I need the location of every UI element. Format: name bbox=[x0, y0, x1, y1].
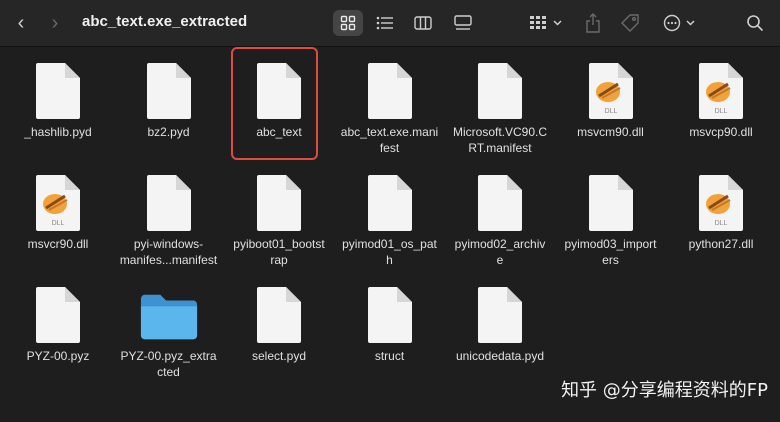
file-name-label: pyi-windows- manifes...manifest bbox=[119, 237, 218, 267]
file-item[interactable]: DLL msvcr90.dll bbox=[3, 174, 113, 252]
window-title: abc_text.exe_extracted bbox=[82, 13, 248, 30]
file-name-label: msvcm90.dll bbox=[577, 125, 644, 139]
document-icon bbox=[360, 286, 420, 346]
file-name-label: pyiboot01_bootst rap bbox=[233, 237, 325, 267]
file-name-label: PYZ-00.pyz_extra cted bbox=[120, 349, 217, 379]
more-icon[interactable] bbox=[660, 10, 700, 36]
chevron-left-icon[interactable]: ‹ bbox=[10, 12, 32, 34]
file-item[interactable]: pyimod01_os_pat h bbox=[335, 174, 445, 268]
list-view-icon[interactable] bbox=[372, 10, 398, 36]
file-item[interactable]: pyi-windows- manifes...manifest bbox=[114, 174, 224, 268]
file-item[interactable]: pyiboot01_bootst rap bbox=[224, 174, 334, 268]
file-item[interactable]: select.pyd bbox=[224, 286, 334, 364]
dll-file-icon: DLL bbox=[691, 174, 751, 234]
document-icon bbox=[139, 62, 199, 122]
svg-text:DLL: DLL bbox=[715, 220, 728, 227]
file-name-label: unicodedata.pyd bbox=[455, 349, 545, 363]
document-icon bbox=[28, 286, 88, 346]
file-name-label: pyimod03_import ers bbox=[564, 237, 657, 267]
document-icon bbox=[470, 62, 530, 122]
finder-toolbar: ‹ › abc_text.exe_extracted bbox=[0, 0, 780, 47]
tag-icon[interactable] bbox=[617, 10, 643, 36]
icon-view-icon[interactable] bbox=[333, 10, 363, 36]
file-name-label: pyimod02_archiv e bbox=[454, 237, 546, 267]
file-name-label: select.pyd bbox=[251, 349, 307, 363]
file-item[interactable]: DLL python27.dll bbox=[666, 174, 776, 252]
file-name-label: python27.dll bbox=[688, 237, 754, 251]
file-name-label: bz2.pyd bbox=[147, 125, 190, 139]
document-icon bbox=[139, 174, 199, 234]
file-name-label: struct bbox=[374, 349, 405, 363]
folder-item[interactable]: PYZ-00.pyz_extra cted bbox=[114, 286, 224, 380]
file-item[interactable]: PYZ-00.pyz bbox=[3, 286, 113, 364]
file-item[interactable]: Microsoft.VC90.C RT.manifest bbox=[445, 62, 555, 156]
file-item[interactable]: abc_text bbox=[224, 62, 334, 140]
file-item[interactable]: DLL msvcm90.dll bbox=[556, 62, 666, 140]
file-name-label: abc_text bbox=[256, 125, 302, 139]
watermark: 知乎 @分享编程资料的FP bbox=[561, 380, 768, 401]
file-name-label: msvcr90.dll bbox=[27, 237, 89, 251]
svg-text:DLL: DLL bbox=[52, 220, 65, 227]
document-icon bbox=[470, 286, 530, 346]
file-item[interactable]: abc_text.exe.mani fest bbox=[335, 62, 445, 156]
file-name-label: pyimod01_os_pat h bbox=[342, 237, 437, 267]
document-icon bbox=[249, 286, 309, 346]
file-name-label: _hashlib.pyd bbox=[24, 125, 92, 139]
file-item[interactable]: pyimod03_import ers bbox=[556, 174, 666, 268]
file-item[interactable]: DLL msvcp90.dll bbox=[666, 62, 776, 140]
document-icon bbox=[581, 174, 641, 234]
document-icon bbox=[360, 62, 420, 122]
folder-icon bbox=[139, 286, 199, 346]
document-icon bbox=[470, 174, 530, 234]
file-item[interactable]: struct bbox=[335, 286, 445, 364]
gallery-view-icon[interactable] bbox=[448, 10, 478, 36]
search-icon[interactable] bbox=[742, 10, 768, 36]
document-icon bbox=[249, 174, 309, 234]
file-name-label: Microsoft.VC90.C RT.manifest bbox=[452, 125, 548, 155]
dll-file-icon: DLL bbox=[581, 62, 641, 122]
file-name-label: abc_text.exe.mani fest bbox=[340, 125, 439, 155]
svg-text:DLL: DLL bbox=[604, 108, 617, 115]
file-item[interactable]: pyimod02_archiv e bbox=[445, 174, 555, 268]
file-item[interactable]: unicodedata.pyd bbox=[445, 286, 555, 364]
document-icon bbox=[249, 62, 309, 122]
file-name-label: PYZ-00.pyz bbox=[26, 349, 90, 363]
file-item[interactable]: _hashlib.pyd bbox=[3, 62, 113, 140]
chevron-right-icon[interactable]: › bbox=[44, 12, 66, 34]
group-icon[interactable] bbox=[527, 10, 567, 36]
dll-file-icon: DLL bbox=[28, 174, 88, 234]
svg-text:DLL: DLL bbox=[715, 108, 728, 115]
column-view-icon[interactable] bbox=[410, 10, 436, 36]
file-item[interactable]: bz2.pyd bbox=[114, 62, 224, 140]
dll-file-icon: DLL bbox=[691, 62, 751, 122]
document-icon bbox=[360, 174, 420, 234]
document-icon bbox=[28, 62, 88, 122]
file-name-label: msvcp90.dll bbox=[689, 125, 753, 139]
share-icon[interactable] bbox=[582, 10, 604, 36]
